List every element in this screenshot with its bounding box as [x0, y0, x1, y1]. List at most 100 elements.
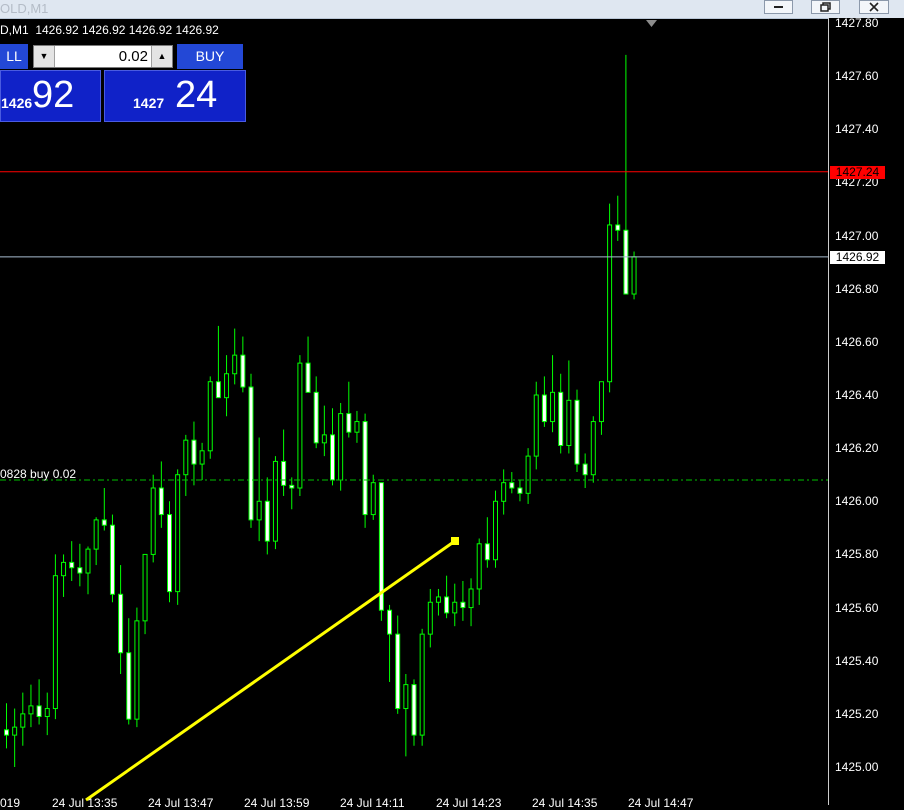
- time-axis-label: 24 Jul 14:11: [340, 796, 405, 810]
- close-button[interactable]: [859, 0, 889, 14]
- price-chart[interactable]: [0, 18, 904, 805]
- candle-body: [623, 229, 629, 295]
- trendline-handle: [451, 537, 459, 545]
- candle-body: [566, 399, 572, 446]
- buy-button[interactable]: BUY: [177, 44, 243, 69]
- candle-body: [199, 450, 205, 465]
- minimize-button[interactable]: [764, 0, 793, 14]
- candle-body: [281, 460, 287, 486]
- candle-body: [305, 362, 311, 393]
- order-label: 0828 buy 0.02: [0, 467, 77, 481]
- candle-body: [52, 575, 58, 710]
- candle-body: [183, 439, 189, 476]
- candle-body: [354, 421, 360, 433]
- price-axis-label: 1427.00: [835, 228, 879, 243]
- candle-body: [362, 421, 368, 516]
- price-axis-label: 1425.40: [835, 653, 879, 668]
- candle-body: [142, 553, 148, 622]
- candle-body: [134, 620, 140, 720]
- price-axis-label: 1425.60: [835, 600, 879, 615]
- candle-body: [93, 519, 99, 550]
- candle-body: [615, 224, 621, 231]
- ohlc-info: D,M1 1426.92 1426.92 1426.92 1426.92: [0, 23, 219, 37]
- candle-body: [158, 487, 164, 516]
- arrow-up-icon: ▲: [157, 51, 167, 61]
- sell-price-small: 1426: [1, 95, 33, 111]
- lot-decrease-button[interactable]: ▼: [34, 46, 55, 67]
- shift-marker-icon: [646, 20, 657, 27]
- candle-body: [607, 224, 613, 383]
- candle-body: [346, 413, 352, 433]
- sell-price-big: 92: [32, 74, 75, 116]
- candle-body: [101, 519, 107, 526]
- time-axis-label: 24 Jul 14:35: [532, 796, 598, 810]
- candle-body: [12, 726, 18, 736]
- candle-body: [533, 394, 539, 457]
- candle-body: [395, 633, 401, 710]
- candle-body: [574, 399, 580, 465]
- candle-body: [69, 561, 75, 569]
- candle-body: [452, 601, 458, 614]
- candle-body: [109, 524, 115, 595]
- candle-body: [338, 413, 344, 481]
- arrow-down-icon: ▼: [39, 51, 49, 61]
- candle-body: [126, 652, 132, 720]
- lot-increase-button[interactable]: ▲: [151, 46, 172, 67]
- ask-price-tag: 1427.24: [830, 165, 885, 179]
- candle-body: [289, 484, 295, 489]
- minimize-icon: [774, 6, 783, 8]
- time-axis-label: 24 Jul 14:23: [436, 796, 502, 810]
- time-axis-label: 24 Jul 13:59: [244, 796, 310, 810]
- candle-body: [476, 543, 482, 590]
- candle-body: [550, 391, 556, 423]
- candle-body: [501, 482, 507, 502]
- candle-body: [403, 684, 409, 710]
- candle-body: [582, 463, 588, 476]
- time-axis-label: 24 Jul 13:47: [148, 796, 214, 810]
- lot-size-control: ▼ ▲: [33, 45, 173, 68]
- candle-body: [444, 596, 450, 614]
- candle-body: [631, 256, 637, 295]
- candle-body: [61, 561, 67, 577]
- candle-body: [509, 482, 515, 489]
- candle-body: [272, 460, 278, 542]
- candle-body: [256, 500, 262, 521]
- price-axis-label: 1426.60: [835, 334, 879, 349]
- price-axis-label: 1426.20: [835, 441, 879, 456]
- candle-body: [150, 487, 156, 555]
- lot-size-input[interactable]: [56, 46, 148, 67]
- price-axis-label: 1426.00: [835, 494, 879, 509]
- candle-body: [590, 421, 596, 476]
- time-axis-label: 24 Jul 13:35: [52, 796, 118, 810]
- close-icon: [869, 2, 879, 12]
- candle-body: [525, 455, 531, 494]
- candle-body: [191, 439, 197, 465]
- candle-body: [4, 729, 9, 736]
- candle-body: [215, 381, 221, 399]
- buy-quote[interactable]: 1427 24: [104, 70, 246, 122]
- price-axis-label: 1426.40: [835, 388, 879, 402]
- candle-body: [20, 713, 26, 728]
- candle-body: [558, 391, 564, 446]
- buy-price-big: 24: [175, 74, 218, 116]
- candle-body: [427, 601, 433, 635]
- candle-body: [460, 601, 466, 609]
- candle-body: [484, 543, 490, 561]
- candle-body: [167, 514, 172, 593]
- price-axis-label: 1425.20: [835, 706, 879, 721]
- restore-button[interactable]: [811, 0, 840, 14]
- candle-body: [77, 567, 83, 574]
- price-axis-label: 1427.80: [835, 16, 879, 30]
- candle-body: [44, 708, 50, 718]
- bid-price-tag: 1426.92: [830, 250, 885, 264]
- candle-body: [118, 593, 124, 654]
- candle-body: [313, 391, 319, 444]
- sell-button[interactable]: LL: [0, 44, 28, 69]
- candle-body: [207, 381, 213, 452]
- time-axis-label: 24 Jul 14:47: [628, 796, 694, 810]
- candle-body: [232, 354, 238, 375]
- one-click-trading-panel: LL ▼ ▲ BUY 1426 92 1427 24: [0, 44, 246, 122]
- sell-quote[interactable]: 1426 92: [0, 70, 101, 122]
- chart-plot: [0, 20, 828, 802]
- buy-price-small: 1427: [133, 95, 165, 111]
